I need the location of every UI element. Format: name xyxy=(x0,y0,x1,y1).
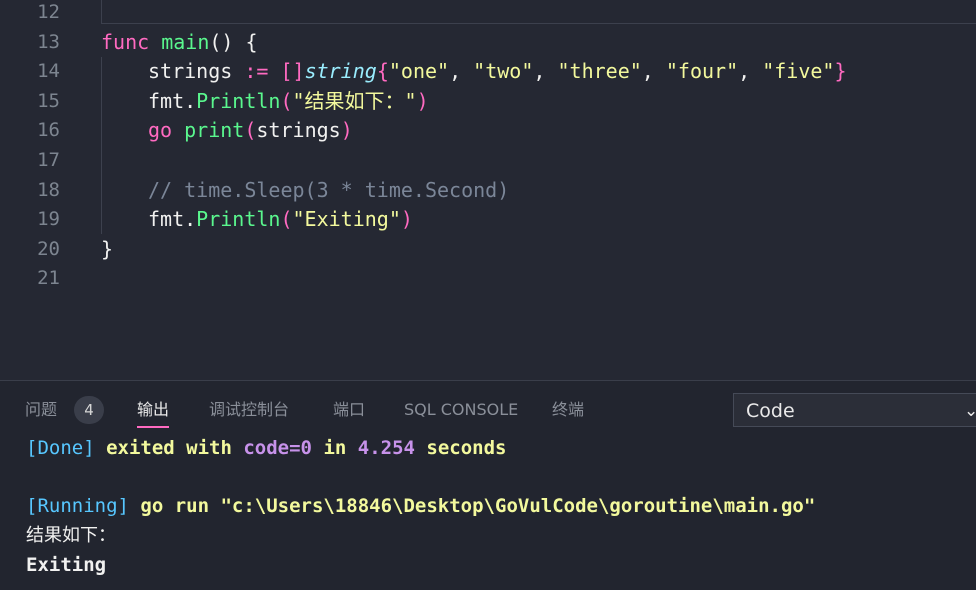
code-line[interactable]: 12 xyxy=(0,0,976,28)
tab-output-label: 输出 xyxy=(137,400,170,419)
line-number: 16 xyxy=(37,119,60,142)
line-number: 21 xyxy=(37,267,60,290)
bottom-panel: 问题 4 输出 调试控制台 端口 SQL CONSOLE 终端 Code ⌄ [… xyxy=(0,380,976,590)
output-line: Exiting xyxy=(26,554,107,576)
problems-count-badge: 4 xyxy=(74,396,104,424)
code-line[interactable]: 21 xyxy=(0,264,976,294)
code-line[interactable]: 14 strings := []string{"one", "two", "th… xyxy=(0,57,976,87)
chevron-down-icon: ⌄ xyxy=(964,401,976,421)
code-line[interactable]: 13 func main() { xyxy=(0,28,976,58)
code-line[interactable]: 20 } xyxy=(0,235,976,265)
output-line: [Done] exited with code=0 in 4.254 secon… xyxy=(26,437,507,459)
tab-ports[interactable]: 端口 xyxy=(333,400,365,420)
code-line[interactable]: 17 xyxy=(0,146,976,176)
code-line[interactable]: 15 fmt.Println("结果如下：") xyxy=(0,87,976,117)
code-line[interactable]: 19 fmt.Println("Exiting") xyxy=(0,205,976,235)
output-channel-value: Code xyxy=(746,400,795,422)
tab-terminal[interactable]: 终端 xyxy=(552,400,584,420)
code-text: fmt.Println("结果如下：") xyxy=(148,88,429,113)
line-number: 18 xyxy=(37,178,60,201)
code-text: go print(strings) xyxy=(148,118,353,143)
code-line[interactable]: 18 // time.Sleep(3 * time.Second) xyxy=(0,176,976,206)
tab-debug-console[interactable]: 调试控制台 xyxy=(209,400,289,420)
panel-tab-bar: 问题 4 输出 调试控制台 端口 SQL CONSOLE 终端 Code ⌄ xyxy=(0,381,976,435)
output-log[interactable]: [Done] exited with code=0 in 4.254 secon… xyxy=(0,435,976,590)
line-number: 12 xyxy=(37,1,60,23)
code-line[interactable]: 16 go print(strings) xyxy=(0,116,976,146)
code-comment: // time.Sleep(3 * time.Second) xyxy=(148,177,510,202)
code-text: strings := []string{"one", "two", "three… xyxy=(148,59,847,84)
output-channel-select[interactable]: Code ⌄ xyxy=(733,393,976,427)
line-number: 19 xyxy=(37,208,60,231)
tab-sql-console[interactable]: SQL CONSOLE xyxy=(404,400,518,420)
tab-output[interactable]: 输出 xyxy=(137,400,170,428)
active-tab-underline xyxy=(137,426,170,428)
code-text: fmt.Println("Exiting") xyxy=(148,207,413,232)
line-number: 20 xyxy=(37,237,60,260)
line-number: 13 xyxy=(37,30,60,53)
code-text: } xyxy=(101,236,114,261)
line-number: 14 xyxy=(37,60,60,83)
output-line: 结果如下： xyxy=(26,525,116,546)
line-number: 17 xyxy=(37,149,60,171)
tab-problems[interactable]: 问题 xyxy=(25,400,57,420)
line-number: 15 xyxy=(37,89,60,112)
output-line: [Running] go run "c:\Users\18846\Desktop… xyxy=(26,495,816,517)
code-editor[interactable]: 12 13 func main() { 14 strings := []stri… xyxy=(0,0,976,380)
code-text: func main() { xyxy=(101,29,258,54)
